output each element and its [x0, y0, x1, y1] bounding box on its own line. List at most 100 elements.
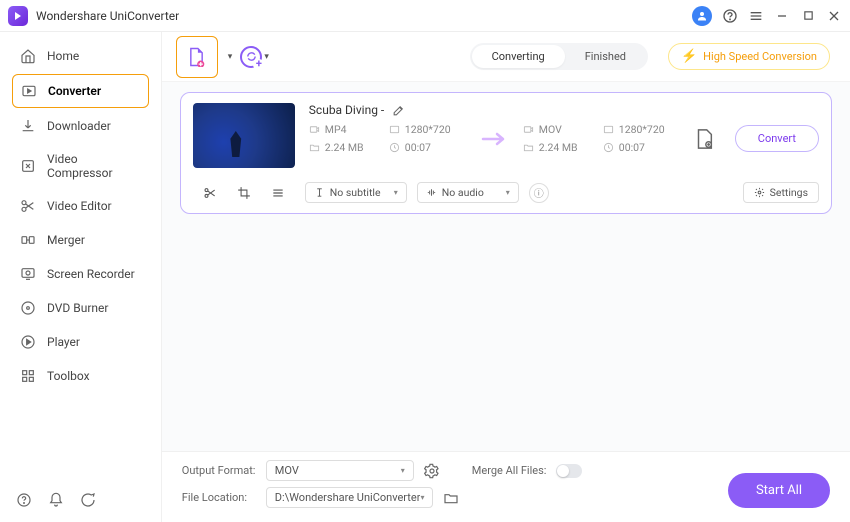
dst-size: 2.24 MB — [539, 141, 578, 154]
support-icon[interactable] — [722, 8, 738, 24]
compressor-icon — [20, 158, 36, 174]
tab-finished[interactable]: Finished — [565, 45, 646, 68]
clock-icon — [389, 142, 400, 153]
app-logo — [8, 6, 28, 26]
convert-button[interactable]: Convert — [735, 125, 819, 152]
tabs: Converting Finished — [470, 43, 648, 70]
file-settings-button[interactable]: Settings — [743, 182, 819, 203]
app-title: Wondershare UniConverter — [36, 9, 179, 23]
video-thumbnail[interactable] — [193, 103, 295, 168]
sidebar-item-label: Toolbox — [47, 369, 90, 383]
dst-resolution: 1280*720 — [619, 123, 665, 136]
close-button[interactable] — [826, 8, 842, 24]
toolbar: ▾ ▾ Converting Finished ⚡ High Speed Con… — [162, 32, 850, 82]
src-resolution: 1280*720 — [405, 123, 451, 136]
edit-name-icon[interactable] — [392, 104, 405, 117]
disc-icon — [20, 300, 36, 316]
crop-icon[interactable] — [237, 186, 251, 200]
sidebar-bottom — [12, 486, 149, 514]
home-icon — [20, 48, 36, 64]
sidebar-item-toolbox[interactable]: Toolbox — [12, 360, 149, 392]
high-speed-label: High Speed Conversion — [703, 50, 817, 63]
subtitle-select[interactable]: No subtitle ▾ — [305, 182, 407, 203]
high-speed-toggle[interactable]: ⚡ High Speed Conversion — [668, 43, 830, 70]
open-folder-icon[interactable] — [443, 490, 459, 506]
merger-icon — [20, 232, 36, 248]
file-name: Scuba Diving - — [309, 103, 384, 117]
sidebar-item-editor[interactable]: Video Editor — [12, 190, 149, 222]
bell-icon[interactable] — [48, 492, 64, 508]
add-file-dropdown[interactable]: ▾ — [228, 52, 233, 62]
sidebar-item-label: Downloader — [47, 119, 111, 133]
minimize-button[interactable] — [774, 8, 790, 24]
resolution-icon — [389, 124, 400, 135]
menu-icon[interactable] — [748, 8, 764, 24]
media-info-button[interactable]: ⓘ — [529, 183, 549, 203]
chevron-down-icon: ▾ — [394, 188, 398, 197]
dst-duration: 00:07 — [619, 141, 645, 154]
output-format-select[interactable]: MOV ▾ — [266, 460, 414, 481]
file-location-select[interactable]: D:\Wondershare UniConverter ▾ — [266, 487, 434, 508]
sidebar-item-label: Video Compressor — [47, 152, 141, 180]
effects-icon[interactable] — [271, 186, 285, 200]
src-size: 2.24 MB — [325, 141, 364, 154]
chevron-down-icon: ▾ — [420, 493, 424, 502]
format-settings-icon[interactable] — [424, 463, 440, 479]
sidebar-item-compressor[interactable]: Video Compressor — [12, 144, 149, 188]
sidebar-item-home[interactable]: Home — [12, 40, 149, 72]
sidebar-item-label: Home — [47, 49, 79, 63]
play-icon — [20, 334, 36, 350]
src-format: MP4 — [325, 123, 347, 136]
converter-icon — [21, 83, 37, 99]
subtitle-icon — [314, 187, 325, 198]
gear-icon — [754, 187, 765, 198]
sidebar-item-label: Converter — [48, 84, 101, 98]
sidebar-item-label: Video Editor — [47, 199, 112, 213]
feedback-icon[interactable] — [80, 492, 96, 508]
output-settings-icon[interactable] — [693, 128, 715, 150]
sidebar-item-downloader[interactable]: Downloader — [12, 110, 149, 142]
account-button[interactable] — [692, 6, 712, 26]
output-format-value: MOV — [275, 464, 299, 477]
file-location-value: D:\Wondershare UniConverter — [275, 491, 421, 504]
sidebar-item-converter[interactable]: Converter — [12, 74, 149, 108]
dst-format: MOV — [539, 123, 562, 136]
add-file-button[interactable] — [176, 36, 218, 78]
clock-icon — [603, 142, 614, 153]
titlebar: Wondershare UniConverter — [0, 0, 850, 32]
sidebar: Home Converter Downloader Video Compress… — [0, 32, 162, 522]
help-icon[interactable] — [16, 492, 32, 508]
sidebar-item-recorder[interactable]: Screen Recorder — [12, 258, 149, 290]
output-format-label: Output Format: — [182, 464, 256, 477]
chevron-down-icon: ▾ — [401, 466, 405, 475]
sidebar-item-label: Merger — [47, 233, 85, 247]
tab-converting[interactable]: Converting — [472, 45, 565, 68]
folder-icon — [309, 142, 320, 153]
sidebar-item-label: DVD Burner — [47, 301, 108, 315]
recorder-icon — [20, 266, 36, 282]
maximize-button[interactable] — [800, 8, 816, 24]
add-url-dropdown[interactable]: ▾ — [264, 52, 269, 62]
sidebar-item-merger[interactable]: Merger — [12, 224, 149, 256]
audio-select[interactable]: No audio ▾ — [417, 182, 519, 203]
sidebar-item-label: Screen Recorder — [47, 267, 135, 281]
download-icon — [20, 118, 36, 134]
add-url-button[interactable] — [240, 46, 262, 68]
merge-toggle[interactable] — [556, 464, 582, 478]
merge-label: Merge All Files: — [472, 464, 547, 477]
sidebar-item-dvd[interactable]: DVD Burner — [12, 292, 149, 324]
person-icon — [696, 10, 708, 22]
subtitle-value: No subtitle — [330, 186, 381, 199]
start-all-button[interactable]: Start All — [728, 473, 830, 508]
video-format-icon — [309, 124, 320, 135]
file-location-label: File Location: — [182, 491, 256, 504]
refresh-icon — [246, 51, 257, 62]
sidebar-item-player[interactable]: Player — [12, 326, 149, 358]
arrow-icon — [475, 130, 515, 148]
video-format-icon — [523, 124, 534, 135]
trim-icon[interactable] — [203, 186, 217, 200]
lightning-icon: ⚡ — [681, 49, 697, 64]
src-duration: 00:07 — [405, 141, 431, 154]
file-card: Scuba Diving - MP4 2.24 MB 1280*720 00:0… — [180, 92, 832, 214]
sidebar-item-label: Player — [47, 335, 80, 349]
